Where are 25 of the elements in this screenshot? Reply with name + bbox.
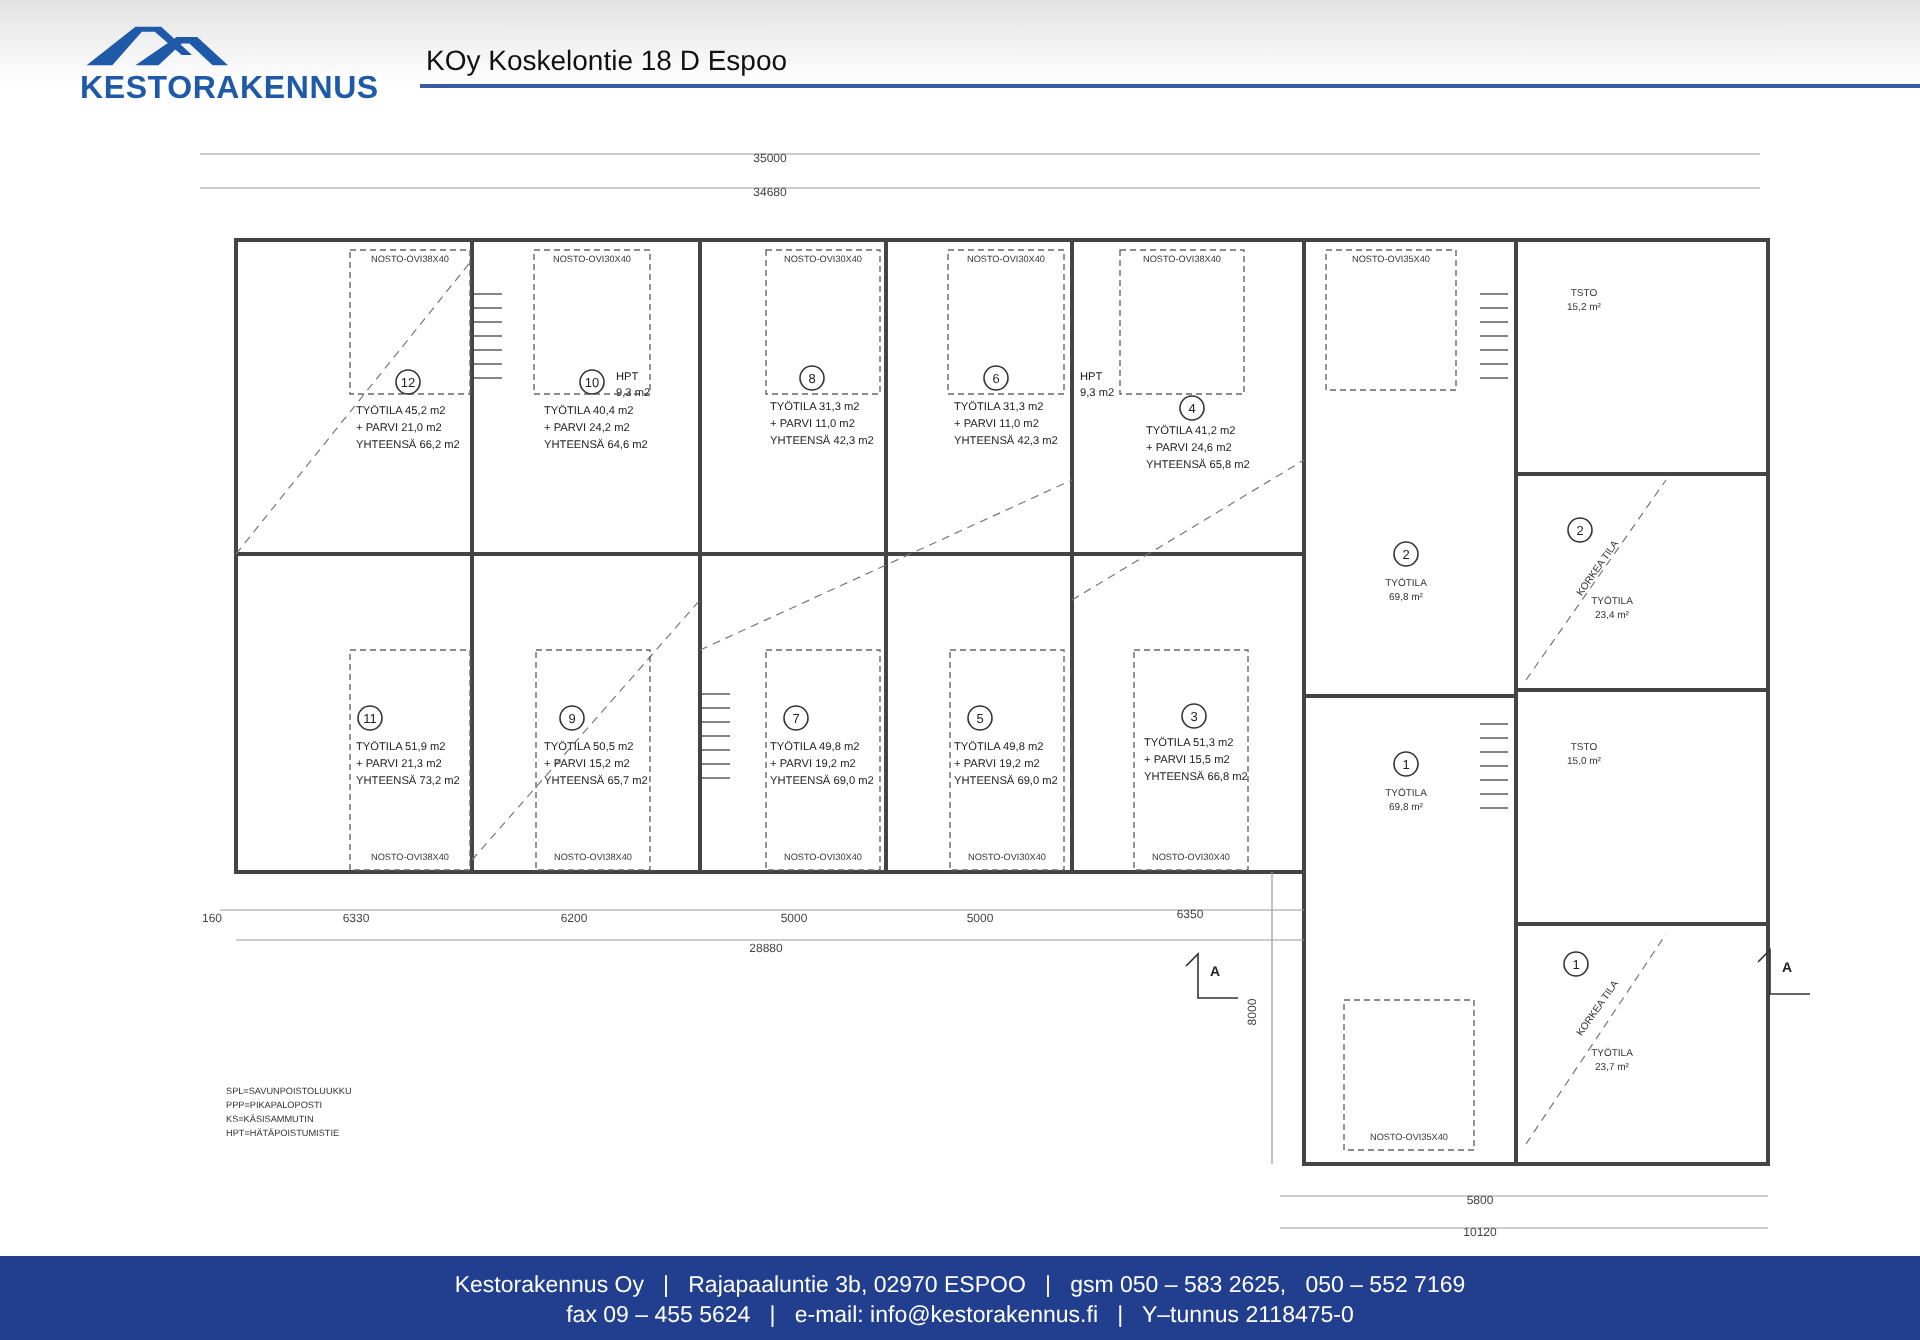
unit-number-circle	[1563, 951, 1589, 977]
unit-number-circle	[1567, 517, 1593, 543]
stairs-drawing	[1479, 293, 1509, 379]
contact-line: Kestorakennus Oy | Rajapaaluntie 3b, 02970 ESPOO | gsm 050 – 583 2625, 050 – 552 7169	[454, 1272, 1466, 1302]
section-marker	[1185, 952, 1239, 999]
unit-number-circle	[1181, 703, 1207, 729]
unit-number-circle	[1179, 395, 1205, 421]
stairs-drawing	[473, 293, 503, 379]
stairs-drawing	[1479, 723, 1509, 809]
unit-number-circle	[1393, 751, 1419, 777]
unit-number-circle	[983, 365, 1009, 391]
unit-number-circle	[559, 705, 585, 731]
page-title: KOy Koskelontie 18 D Espoo	[420, 44, 1920, 88]
logo-wordmark: KESTORAKENNUS	[80, 72, 379, 106]
unit-number-circle	[395, 369, 421, 395]
unit-number-circle	[783, 705, 809, 731]
lift-door-area	[1325, 249, 1457, 391]
contact-line: fax 09 – 455 5624 | e-mail: info@kestorakennus.fi | Y–tunnus 2118475-0	[566, 1302, 1354, 1332]
stairs-drawing	[701, 693, 731, 779]
unit-number-circle	[1393, 541, 1419, 567]
unit-number-circle	[579, 369, 605, 395]
unit-number-circle	[799, 365, 825, 391]
unit-number-circle	[357, 705, 383, 731]
unit-number-circle	[967, 705, 993, 731]
section-marker	[1757, 948, 1811, 995]
